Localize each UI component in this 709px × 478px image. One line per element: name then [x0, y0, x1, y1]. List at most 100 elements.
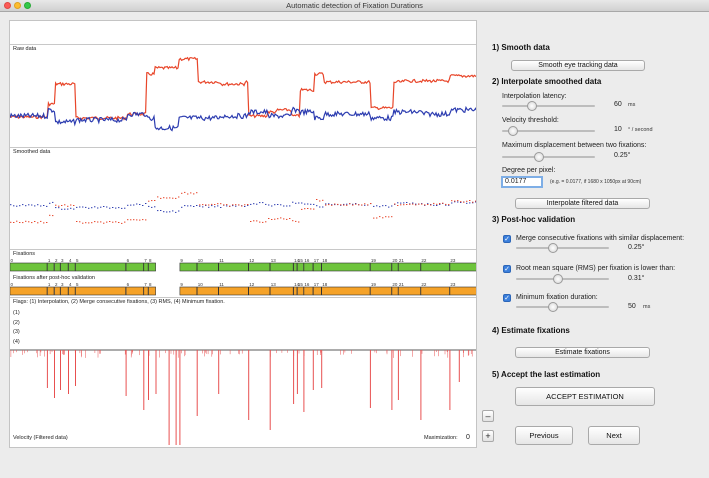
smoothed-blue-trace — [10, 201, 476, 213]
min-duration-label: Minimum fixation duration: — [516, 294, 598, 301]
fixation-number: 9 — [180, 258, 183, 263]
rms-slider[interactable] — [516, 274, 609, 284]
fixation-segment — [125, 262, 144, 272]
displacement-label: Maximum displacement between two fixatio… — [502, 142, 647, 149]
fixation-segment — [370, 286, 392, 296]
flag-row-2: (2) — [13, 320, 20, 326]
fixation-segment — [47, 286, 55, 296]
min-duration-checkbox[interactable]: ✓ — [503, 294, 511, 302]
zoom-out-button[interactable]: – — [482, 410, 494, 422]
fixation-number: 0 — [11, 258, 14, 263]
latency-slider[interactable] — [502, 101, 595, 111]
estimate-fixations-button[interactable]: Estimate fixations — [515, 347, 650, 358]
divider — [10, 297, 476, 298]
rms-checkbox[interactable]: ✓ — [503, 265, 511, 273]
raw-data-plot — [10, 56, 476, 132]
fixation-number: 21 — [399, 258, 405, 263]
fixation-number: 20 — [392, 258, 398, 263]
fixation-segment — [297, 262, 304, 272]
accept-estimation-button[interactable]: ACCEPT ESTIMATION — [515, 387, 655, 406]
next-button[interactable]: Next — [588, 426, 640, 445]
slider-knob[interactable] — [508, 126, 519, 136]
fixation-segment — [68, 286, 76, 296]
fixation-number: 18 — [322, 258, 328, 263]
fixation-number: 13 — [271, 258, 277, 263]
slider-knob[interactable] — [552, 274, 563, 284]
fixation-segment — [312, 262, 322, 272]
fixation-number: 10 — [198, 258, 204, 263]
fixation-segment — [297, 286, 304, 296]
velocity-label: Velocity (Filtered data) — [13, 435, 68, 441]
section-smooth-title: 1) Smooth data — [492, 43, 550, 52]
fixation-segment — [148, 286, 156, 296]
velocity-threshold-slider[interactable] — [502, 126, 595, 136]
fixation-number: 21 — [399, 282, 405, 287]
fixation-segment — [148, 262, 156, 272]
fixation-segment — [143, 262, 149, 272]
fixation-segment — [370, 262, 392, 272]
fixation-segment — [398, 286, 421, 296]
displacement-slider[interactable] — [502, 152, 595, 162]
section-estimate-title: 4) Estimate fixations — [492, 326, 570, 335]
rms-value: 0.31° — [628, 275, 645, 282]
min-duration-slider[interactable] — [516, 302, 609, 312]
fixation-segment — [321, 262, 371, 272]
fixation-segment — [143, 286, 149, 296]
fixation-segment — [54, 286, 61, 296]
fixation-number: 5 — [76, 282, 79, 287]
flag-row-3: (3) — [13, 329, 20, 335]
fixation-segment — [391, 286, 399, 296]
interpolate-button[interactable]: Interpolate filtered data — [515, 198, 650, 209]
fixation-segment — [449, 262, 476, 272]
dpp-input[interactable]: 0.0177 — [501, 176, 543, 188]
fixation-segment — [269, 262, 294, 272]
fixation-number: 11 — [219, 258, 224, 263]
zoom-in-button[interactable]: + — [482, 430, 494, 442]
fixation-number: 15 — [298, 258, 304, 263]
fixation-number: 17 — [314, 258, 320, 263]
fixation-segment — [303, 262, 314, 272]
section-posthoc-title: 3) Post-hoc validation — [492, 215, 576, 224]
section-accept-title: 5) Accept the last estimation — [492, 370, 601, 379]
slider-knob[interactable] — [526, 101, 537, 111]
fixation-segment — [293, 262, 298, 272]
fixation-segment — [293, 286, 298, 296]
fixation-segment — [218, 262, 249, 272]
fixation-number: 23 — [450, 282, 456, 287]
merge-slider[interactable] — [516, 243, 609, 253]
latency-unit: ms — [628, 102, 636, 108]
slider-knob[interactable] — [534, 152, 545, 162]
displacement-value: 0.25° — [614, 152, 631, 159]
previous-button[interactable]: Previous — [515, 426, 573, 445]
fixation-number: 10 — [198, 282, 204, 287]
smooth-data-button[interactable]: Smooth eye tracking data — [511, 60, 645, 71]
fixation-segment — [321, 286, 371, 296]
fixation-segment — [60, 286, 69, 296]
fixation-segment — [10, 262, 48, 272]
fixation-segment — [179, 262, 198, 272]
fixation-segment — [196, 262, 219, 272]
fixation-segment — [179, 286, 198, 296]
window-titlebar: Automatic detection of Fixation Duration… — [0, 0, 709, 12]
min-duration-value: 50 — [628, 303, 636, 310]
slider-track — [502, 156, 595, 158]
slider-knob[interactable] — [548, 243, 559, 253]
dpp-hint: (e.g. = 0.0177, if 1680 x 1050px at 90cm… — [550, 179, 642, 185]
fixation-number: 11 — [219, 282, 224, 287]
merge-value: 0.25° — [628, 244, 645, 251]
fixation-number: 19 — [371, 282, 377, 287]
fixation-number: 2 — [55, 258, 58, 263]
fixation-number: 4 — [69, 282, 72, 287]
merge-checkbox[interactable]: ✓ — [503, 235, 511, 243]
maximization-value: 0 — [466, 434, 470, 441]
slider-knob[interactable] — [548, 302, 559, 312]
fixation-number: 5 — [76, 258, 79, 263]
fixation-number: 16 — [304, 282, 310, 287]
fixation-segment — [391, 262, 399, 272]
divider — [10, 44, 476, 45]
fixation-segment — [218, 286, 249, 296]
fixation-number: 2 — [55, 282, 58, 287]
flags-legend: Flags: (1) Interpolation, (2) Merge cons… — [13, 299, 225, 305]
fixation-segment — [269, 286, 294, 296]
fixation-number: 1 — [48, 258, 51, 263]
